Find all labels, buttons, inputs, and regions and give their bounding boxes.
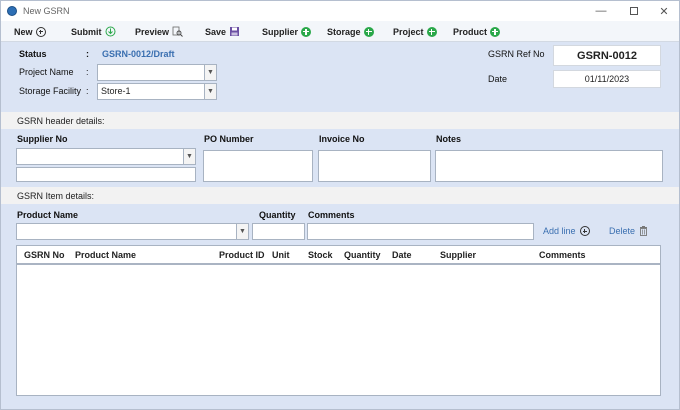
notes-label: Notes xyxy=(436,134,462,144)
save-button[interactable]: Save xyxy=(205,24,240,39)
product-label: Product xyxy=(453,26,488,37)
delete-label: Delete xyxy=(609,226,636,236)
column-gsrn-no[interactable]: GSRN No xyxy=(24,250,65,260)
status-value: GSRN-0012/Draft xyxy=(102,49,175,59)
storage-facility-select[interactable]: Store-1 ▼ xyxy=(97,83,217,100)
supplier-button[interactable]: Supplier xyxy=(262,24,312,39)
column-supplier[interactable]: Supplier xyxy=(440,250,476,260)
column-product-id[interactable]: Product ID xyxy=(219,250,265,260)
status-label: Status xyxy=(19,49,47,59)
product-button[interactable]: Product xyxy=(453,24,501,39)
po-number-label: PO Number xyxy=(204,134,254,144)
project-label: Project xyxy=(393,26,424,37)
gsrn-header-section: GSRN header details: xyxy=(1,112,679,129)
preview-label: Preview xyxy=(135,26,170,37)
submit-button[interactable]: Submit xyxy=(71,24,116,39)
title-bar: New GSRN — ✕ xyxy=(1,1,679,21)
supplier-no-select[interactable]: ▼ xyxy=(16,148,196,165)
column-product-name[interactable]: Product Name xyxy=(75,250,136,260)
storage-facility-value: Store-1 xyxy=(101,86,131,96)
column-stock[interactable]: Stock xyxy=(308,250,333,260)
comments-input[interactable] xyxy=(307,223,534,240)
column-unit[interactable]: Unit xyxy=(272,250,290,260)
close-button[interactable]: ✕ xyxy=(649,1,679,21)
product-name-select[interactable]: ▼ xyxy=(16,223,249,240)
project-name-select[interactable]: ▼ xyxy=(97,64,217,81)
minimize-icon: — xyxy=(595,5,607,17)
add-storage-icon xyxy=(363,26,374,37)
invoice-no-label: Invoice No xyxy=(319,134,365,144)
supplier-label: Supplier xyxy=(262,26,299,37)
project-name-label: Project Name xyxy=(19,67,74,77)
save-disk-icon xyxy=(230,27,240,36)
column-quantity[interactable]: Quantity xyxy=(344,250,381,260)
app-icon xyxy=(7,6,17,16)
minimize-button[interactable]: — xyxy=(586,1,616,21)
storage-button[interactable]: Storage xyxy=(327,24,374,39)
add-circle-icon xyxy=(579,226,590,236)
storage-facility-separator: : xyxy=(86,86,89,96)
column-date[interactable]: Date xyxy=(392,250,412,260)
delete-button[interactable]: Delete xyxy=(609,226,648,236)
chevron-down-icon[interactable]: ▼ xyxy=(183,149,195,164)
supplier-no-label: Supplier No xyxy=(17,134,68,144)
maximize-icon xyxy=(630,7,638,15)
add-product-icon xyxy=(490,26,501,37)
maximize-button[interactable] xyxy=(619,1,649,21)
new-button[interactable]: New xyxy=(14,24,46,39)
comments-label: Comments xyxy=(308,210,355,220)
toolbar: New Submit Preview Save Supplier Storage… xyxy=(1,21,679,42)
gsrn-window: New GSRN — ✕ New Submit Preview Save Sup… xyxy=(0,0,680,410)
date-label: Date xyxy=(488,74,508,84)
close-icon: ✕ xyxy=(659,5,669,18)
new-label: New xyxy=(14,26,33,37)
save-label: Save xyxy=(205,26,227,37)
gsrn-ref-label: GSRN Ref No xyxy=(488,49,545,59)
date-value[interactable]: 01/11/2023 xyxy=(553,70,661,88)
gsrn-header-title: GSRN header details: xyxy=(17,115,105,126)
product-name-label: Product Name xyxy=(17,210,79,220)
column-comments[interactable]: Comments xyxy=(539,250,586,260)
add-line-button[interactable]: Add line xyxy=(543,226,590,236)
preview-button[interactable]: Preview xyxy=(135,24,183,39)
storage-facility-label: Storage Facility xyxy=(19,86,82,96)
chevron-down-icon[interactable]: ▼ xyxy=(204,65,216,80)
grid-header: GSRN No Product Name Product ID Unit Sto… xyxy=(17,246,660,265)
quantity-input[interactable] xyxy=(252,223,305,240)
status-separator: : xyxy=(86,49,89,59)
add-project-icon xyxy=(426,26,437,37)
add-line-label: Add line xyxy=(543,226,576,236)
submit-arrow-icon xyxy=(105,26,115,37)
invoice-no-input[interactable] xyxy=(318,150,431,182)
po-number-input[interactable] xyxy=(203,150,313,182)
add-circle-icon xyxy=(35,26,46,37)
window-title: New GSRN xyxy=(23,6,70,16)
project-button[interactable]: Project xyxy=(393,24,437,39)
chevron-down-icon[interactable]: ▼ xyxy=(236,224,248,239)
quantity-label: Quantity xyxy=(259,210,296,220)
storage-label: Storage xyxy=(327,26,361,37)
trash-icon xyxy=(640,226,648,236)
gsrn-items-grid[interactable]: GSRN No Product Name Product ID Unit Sto… xyxy=(16,245,661,396)
gsrn-ref-value: GSRN-0012 xyxy=(553,45,661,66)
gsrn-item-section: GSRN Item details: xyxy=(1,187,679,204)
project-name-separator: : xyxy=(86,67,89,77)
supplier-name-field[interactable] xyxy=(16,167,196,182)
preview-magnifier-icon xyxy=(172,26,183,37)
chevron-down-icon[interactable]: ▼ xyxy=(204,84,216,99)
notes-input[interactable] xyxy=(435,150,663,182)
submit-label: Submit xyxy=(71,26,102,37)
add-supplier-icon xyxy=(301,26,312,37)
gsrn-item-title: GSRN Item details: xyxy=(17,190,95,201)
